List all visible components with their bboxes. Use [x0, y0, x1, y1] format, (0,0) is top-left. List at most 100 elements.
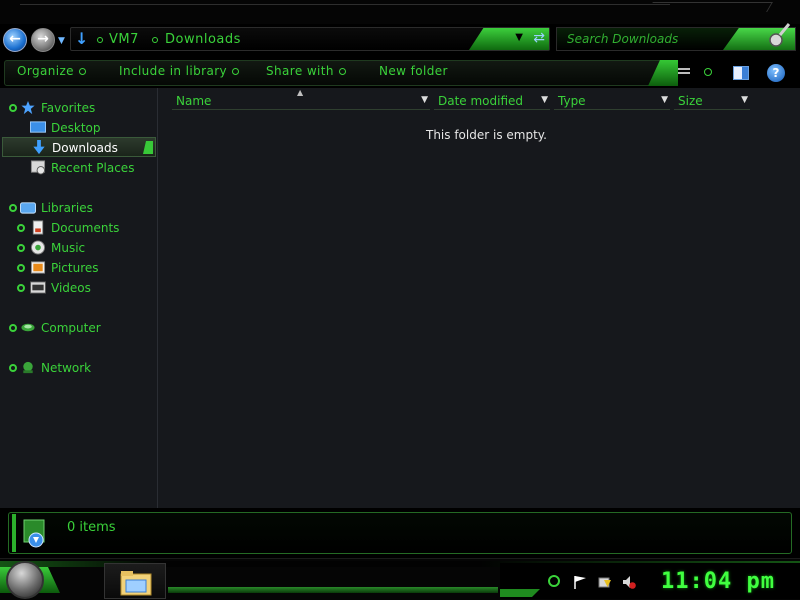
column-header-type[interactable]: Type ▼ [554, 92, 670, 110]
nav-item-desktop[interactable]: Desktop [0, 118, 158, 138]
expand-icon[interactable] [9, 204, 17, 212]
start-button[interactable] [6, 561, 44, 599]
breadcrumb-vm7[interactable]: VM7 [109, 32, 139, 47]
preview-pane-icon[interactable] [733, 66, 749, 80]
address-bar[interactable]: ↓ VM7 Downloads ▼ ⇄ [70, 27, 550, 51]
clock[interactable]: 11:04 pm [661, 569, 775, 594]
command-bar: Organize Include in library Share with N… [0, 58, 800, 88]
nav-item-desktop-label: Desktop [51, 121, 101, 135]
folder-icon [120, 571, 152, 596]
column-dropdown-icon[interactable]: ▼ [541, 95, 548, 105]
expand-icon[interactable] [17, 284, 25, 292]
column-header-date-modified[interactable]: Date modified ▼ [434, 92, 550, 110]
nav-libraries[interactable]: Libraries [0, 198, 158, 218]
network-icon [23, 361, 33, 374]
help-icon[interactable]: ? [767, 64, 785, 82]
organize-dropdown-icon [78, 68, 86, 75]
nav-favorites-label: Favorites [41, 101, 96, 115]
address-row: ← → ▼ ↓ VM7 Downloads ▼ ⇄ Search Downloa… [0, 23, 800, 56]
nav-item-documents[interactable]: Documents [0, 218, 158, 238]
search-box[interactable]: Search Downloads [556, 23, 796, 51]
breadcrumb-separator-icon[interactable] [152, 37, 158, 43]
breadcrumb-separator-icon[interactable] [97, 37, 103, 43]
forward-arrow-icon: → [37, 31, 49, 47]
file-list[interactable]: ▲ Name ▼ Date modified ▼ Type ▼ Size ▼ T… [160, 88, 800, 508]
desktop-icon [30, 121, 46, 133]
title-decoration-right [647, 2, 773, 12]
downloads-arrow-icon: ↓ [75, 29, 89, 48]
nav-network[interactable]: Network [0, 358, 158, 378]
column-dropdown-icon[interactable]: ▼ [741, 95, 748, 105]
new-folder-button[interactable]: New folder [379, 64, 448, 78]
column-header-size-label: Size [678, 94, 703, 108]
taskbar-explorer-button[interactable] [104, 563, 166, 599]
nav-item-downloads-label: Downloads [52, 141, 118, 155]
nav-item-music[interactable]: Music [0, 238, 158, 258]
window-titlebar [0, 0, 800, 24]
selection-accent [143, 141, 153, 154]
refresh-icon[interactable]: ⇄ [533, 30, 545, 46]
downloads-folder-icon [23, 519, 45, 548]
column-dropdown-icon[interactable]: ▼ [421, 95, 428, 105]
nav-item-documents-label: Documents [51, 221, 120, 235]
navigation-pane: Favorites Desktop Downloads Recent Place… [0, 88, 158, 508]
taskbar: 11:04 pm [0, 558, 800, 600]
details-pane: 0 items [0, 508, 800, 558]
organize-label: Organize [17, 64, 74, 78]
breadcrumb-downloads[interactable]: Downloads [165, 32, 241, 47]
view-options-dropdown-icon[interactable] [704, 68, 712, 76]
new-folder-label: New folder [379, 64, 448, 78]
expand-icon[interactable] [9, 364, 17, 372]
details-frame [8, 512, 792, 554]
nav-favorites[interactable]: Favorites [0, 98, 158, 118]
expand-icon[interactable] [17, 264, 25, 272]
nav-item-pictures-label: Pictures [51, 261, 99, 275]
nav-item-videos-label: Videos [51, 281, 91, 295]
back-arrow-icon: ← [9, 31, 21, 47]
documents-icon [32, 220, 44, 235]
show-hidden-icons-icon[interactable] [548, 575, 560, 587]
back-button[interactable]: ← [3, 28, 27, 52]
nav-item-downloads[interactable]: Downloads [2, 137, 156, 157]
include-in-library-dropdown-icon [232, 68, 240, 75]
action-center-flag-icon[interactable] [573, 575, 587, 589]
expand-icon[interactable] [9, 104, 17, 112]
network-status-icon[interactable] [598, 575, 612, 589]
volume-muted-icon[interactable] [622, 575, 636, 589]
expand-icon[interactable] [9, 324, 17, 332]
empty-folder-message: This folder is empty. [426, 128, 547, 142]
title-decoration [20, 4, 670, 7]
search-icon[interactable] [767, 22, 791, 50]
column-dropdown-icon[interactable]: ▼ [661, 95, 668, 105]
libraries-icon [20, 202, 36, 214]
column-header-name[interactable]: Name ▼ [172, 92, 430, 110]
include-in-library-button[interactable]: Include in library [119, 64, 240, 78]
organize-button[interactable]: Organize [17, 64, 86, 78]
recent-places-icon [30, 160, 46, 175]
share-with-button[interactable]: Share with [266, 64, 346, 78]
nav-computer-label: Computer [41, 321, 101, 335]
computer-icon [21, 323, 35, 332]
videos-icon [30, 281, 46, 294]
recent-pages-dropdown[interactable]: ▼ [58, 36, 65, 46]
column-header-type-label: Type [558, 94, 586, 108]
share-with-label: Share with [266, 64, 334, 78]
forward-button[interactable]: → [31, 28, 55, 52]
address-dropdown-icon[interactable]: ▼ [515, 32, 523, 43]
nav-item-recent-places[interactable]: Recent Places [0, 158, 158, 178]
change-view-icon[interactable] [678, 68, 692, 78]
nav-item-music-label: Music [51, 241, 86, 255]
explorer-main: Favorites Desktop Downloads Recent Place… [0, 88, 800, 508]
column-header-name-label: Name [176, 94, 212, 108]
nav-computer[interactable]: Computer [0, 318, 158, 338]
expand-icon[interactable] [17, 244, 25, 252]
downloads-icon [33, 140, 45, 155]
nav-item-recent-places-label: Recent Places [51, 161, 135, 175]
nav-item-videos[interactable]: Videos [0, 278, 158, 298]
search-input[interactable]: Search Downloads [567, 32, 678, 46]
column-header-size[interactable]: Size ▼ [674, 92, 750, 110]
nav-item-pictures[interactable]: Pictures [0, 258, 158, 278]
pictures-icon [30, 261, 46, 274]
expand-icon[interactable] [17, 224, 25, 232]
share-with-dropdown-icon [338, 68, 346, 75]
